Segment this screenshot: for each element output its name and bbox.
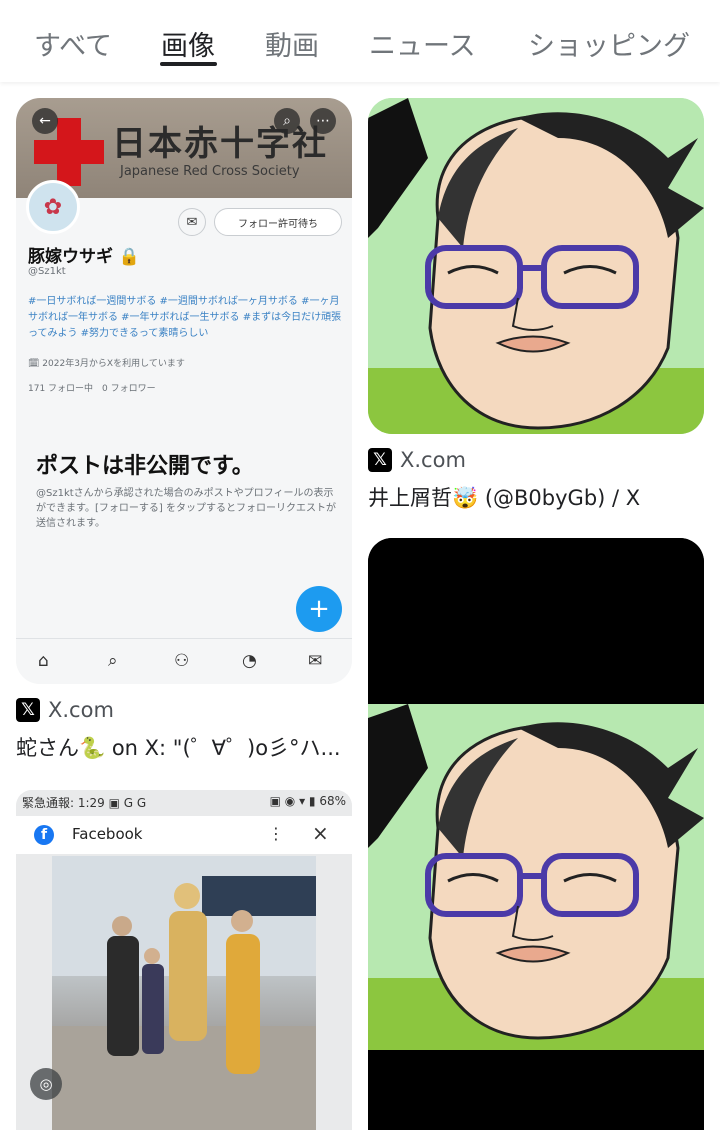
private-posts-description: @Sz1ktさんから承認された場合のみポストやプロフィールの表示ができます。[フ… bbox=[36, 488, 336, 529]
result-title[interactable]: 井上屑哲🤯 (@B0byGb) / X bbox=[368, 482, 708, 512]
tab-all[interactable]: すべて bbox=[34, 24, 112, 63]
tab-videos[interactable]: 動画 bbox=[265, 24, 319, 63]
tab-shopping[interactable]: ショッピング bbox=[528, 24, 690, 63]
caricature-portrait bbox=[368, 98, 704, 434]
x-logo-icon: 𝕏 bbox=[368, 448, 392, 472]
facebook-app-name: Facebook bbox=[72, 825, 143, 843]
communities-icon: ⚇ bbox=[174, 651, 190, 671]
mail-icon: ✉ bbox=[178, 208, 206, 236]
search-icon: ⌕ bbox=[274, 108, 300, 134]
profile-joined-date: 🗓 2022年3月からXを利用しています bbox=[28, 359, 185, 369]
mail-icon: ✉ bbox=[308, 651, 323, 671]
home-icon: ⌂ bbox=[38, 651, 49, 671]
more-icon: ⋯ bbox=[310, 108, 336, 134]
avatar: ✿ bbox=[26, 180, 80, 234]
image-result-thumbnail[interactable] bbox=[368, 538, 704, 1130]
tab-images[interactable]: 画像 bbox=[161, 24, 215, 63]
lens-search-icon[interactable]: ◎ bbox=[30, 1068, 62, 1100]
search-tab-bar: すべて 画像 動画 ニュース ショッピング bbox=[0, 0, 720, 82]
phone-status-icons: ▣ ◉ ▾ ▮ 68% bbox=[269, 794, 346, 808]
image-result-thumbnail[interactable]: 緊急通報: 1:29 ▣ G G ▣ ◉ ▾ ▮ 68% f Facebook … bbox=[16, 790, 352, 1130]
facebook-app-header: f Facebook ⋮ × bbox=[16, 816, 352, 854]
follow-pending-button: フォロー許可待ち bbox=[214, 208, 342, 236]
back-arrow-icon: ← bbox=[32, 108, 58, 134]
app-bottom-nav: ⌂ ⌕ ⚇ ◔ ✉ bbox=[16, 638, 352, 684]
profile-follow-counts: 171 フォロー中 0 フォロワー bbox=[28, 384, 156, 394]
profile-display-name: 豚嫁ウサギ 🔒 bbox=[28, 247, 141, 267]
group-photo bbox=[52, 856, 316, 1130]
result-title[interactable]: 蛇さん🐍 on X: "(゜∀゜)o彡°ハ... bbox=[16, 732, 356, 762]
profile-bio: #一日サボれば一週間サボる #一週間サボれば一ヶ月サボる #一ヶ月サボれば一年サ… bbox=[28, 296, 342, 339]
result-source[interactable]: 𝕏 X.com bbox=[368, 448, 466, 472]
image-result-thumbnail[interactable]: 日本赤十字社 Japanese Red Cross Society ← ⌕ ⋯ … bbox=[16, 98, 352, 684]
source-site-label: X.com bbox=[400, 448, 466, 472]
search-icon: ⌕ bbox=[108, 651, 118, 671]
compose-plus-icon: + bbox=[296, 586, 342, 632]
people-photo-illustration bbox=[52, 856, 316, 1130]
notifications-bell-icon: ◔ bbox=[242, 651, 257, 671]
banner-sign-subtext: Japanese Red Cross Society bbox=[120, 164, 300, 179]
close-icon: × bbox=[312, 821, 329, 845]
active-tab-indicator bbox=[160, 62, 217, 66]
profile-handle: @Sz1kt bbox=[28, 266, 66, 277]
x-logo-icon: 𝕏 bbox=[16, 698, 40, 722]
more-vertical-icon: ⋮ bbox=[268, 824, 284, 843]
source-site-label: X.com bbox=[48, 698, 114, 722]
result-source[interactable]: 𝕏 X.com bbox=[16, 698, 114, 722]
facebook-logo-icon: f bbox=[34, 825, 54, 845]
tab-news[interactable]: ニュース bbox=[369, 24, 476, 63]
caricature-portrait bbox=[368, 538, 704, 1130]
image-result-thumbnail[interactable] bbox=[368, 98, 704, 434]
private-posts-title: ポストは非公開です。 bbox=[36, 454, 254, 479]
